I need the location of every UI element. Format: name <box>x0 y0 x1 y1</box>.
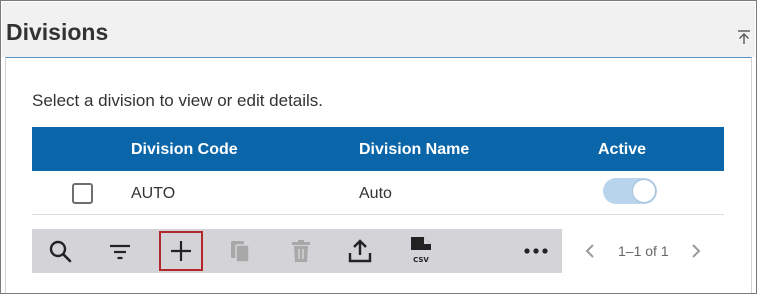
column-header-division-name[interactable]: Division Name <box>359 141 469 159</box>
table-toolbar: CSV <box>32 229 562 273</box>
collapse-up-icon[interactable] <box>736 29 752 45</box>
column-header-division-code[interactable]: Division Code <box>131 141 238 159</box>
search-button[interactable] <box>38 229 82 273</box>
table-row[interactable]: AUTO Auto <box>32 171 724 215</box>
chevron-left-icon[interactable] <box>580 241 600 261</box>
csv-export-button[interactable]: CSV <box>399 229 443 273</box>
table-header: Division Code Division Name Active <box>32 127 724 171</box>
more-button[interactable] <box>514 229 558 273</box>
pagination: 1–1 of 1 <box>577 229 727 273</box>
search-icon <box>48 239 72 263</box>
column-header-active[interactable]: Active <box>598 141 646 159</box>
division-code-cell: AUTO <box>131 185 176 202</box>
delete-button[interactable] <box>279 229 323 273</box>
upload-icon <box>347 238 373 264</box>
add-button[interactable] <box>159 231 203 271</box>
export-button[interactable] <box>338 229 382 273</box>
copy-icon <box>228 239 252 263</box>
filter-icon <box>108 239 132 263</box>
trash-icon <box>289 239 313 263</box>
row-checkbox[interactable] <box>72 183 93 204</box>
plus-icon <box>169 239 193 263</box>
chevron-right-icon[interactable] <box>686 241 706 261</box>
csv-label: CSV <box>413 256 429 264</box>
filter-button[interactable] <box>98 229 142 273</box>
division-name-cell: Auto <box>359 185 392 202</box>
active-toggle[interactable] <box>603 178 657 204</box>
instruction-text: Select a division to view or edit detail… <box>32 91 324 110</box>
pagination-info: 1–1 of 1 <box>618 243 669 259</box>
toggle-knob <box>633 180 655 202</box>
copy-button[interactable] <box>218 229 262 273</box>
more-horizontal-icon <box>523 247 549 255</box>
section-header: Divisions <box>2 2 755 57</box>
page-title: Divisions <box>6 19 109 45</box>
csv-file-icon: CSV <box>407 236 435 266</box>
